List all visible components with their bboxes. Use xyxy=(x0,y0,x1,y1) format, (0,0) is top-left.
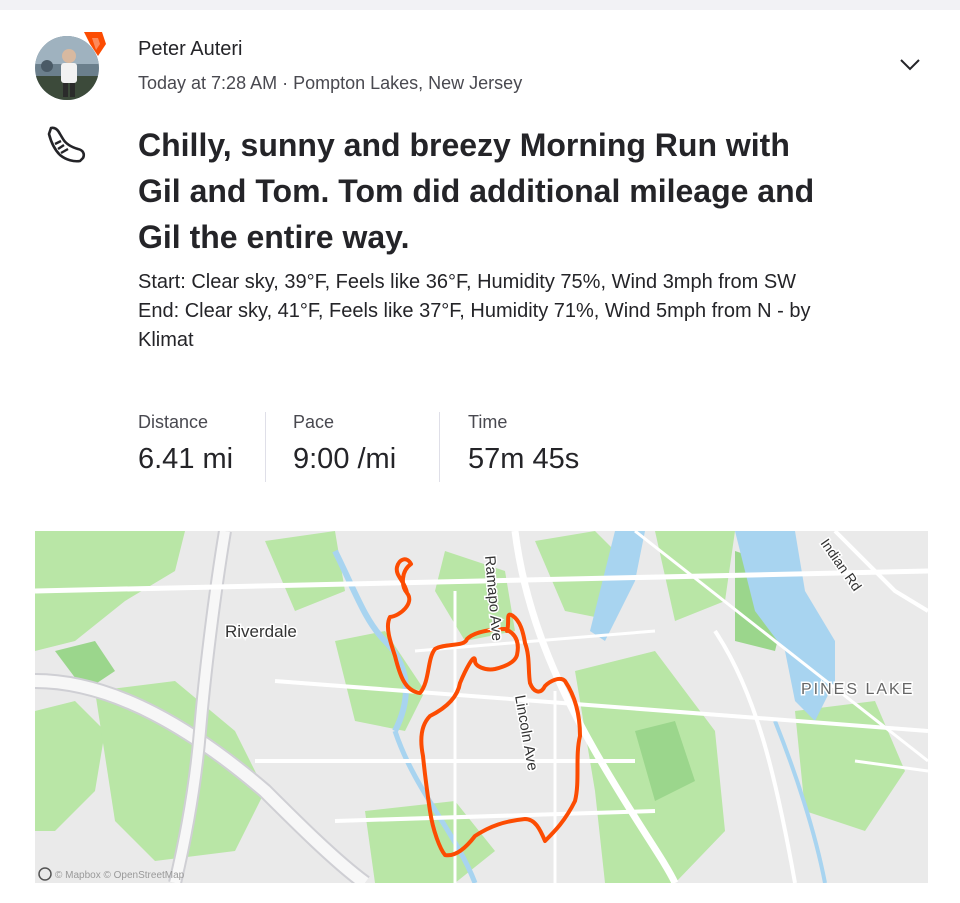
map-label-pines-lake: PINES LAKE xyxy=(801,681,914,698)
stat-label: Time xyxy=(468,412,508,432)
stat-time: Time 57m 45s xyxy=(440,412,628,482)
description-end: End: Clear sky, 41°F, Feels like 37°F, H… xyxy=(138,300,811,351)
stat-distance: Distance 6.41 mi xyxy=(138,412,266,482)
stats-row: Distance 6.41 mi Pace 9:00 /mi Time 57m … xyxy=(138,412,628,482)
route-map[interactable]: Riverdale Ramapo Ave Lincoln Ave Indian … xyxy=(35,531,928,883)
activity-meta: Today at 7:28 AM · Pompton Lakes, New Je… xyxy=(138,73,523,93)
description-start: Start: Clear sky, 39°F, Feels like 36°F,… xyxy=(138,271,797,293)
stat-pace: Pace 9:00 /mi xyxy=(266,412,440,482)
stat-label: Distance xyxy=(138,412,209,432)
stat-label: Pace xyxy=(293,412,335,432)
activity-title[interactable]: Chilly, sunny and breezy Morning Run wit… xyxy=(138,122,838,260)
activity-card: Peter Auteri Today at 7:28 AM · Pompton … xyxy=(0,10,960,903)
subscriber-badge-icon xyxy=(80,30,108,62)
stat-value: 6.41 mi xyxy=(138,443,234,475)
activity-description: Start: Clear sky, 39°F, Feels like 36°F,… xyxy=(138,268,838,355)
map-attribution[interactable]: © Mapbox © OpenStreetMap xyxy=(55,870,185,881)
stat-value: 9:00 /mi xyxy=(293,443,397,475)
map-label-riverdale: Riverdale xyxy=(225,622,297,641)
chevron-down-icon[interactable] xyxy=(895,52,925,76)
running-shoe-icon xyxy=(45,122,91,168)
athlete-name[interactable]: Peter Auteri xyxy=(138,38,243,61)
stat-value: 57m 45s xyxy=(468,443,580,475)
